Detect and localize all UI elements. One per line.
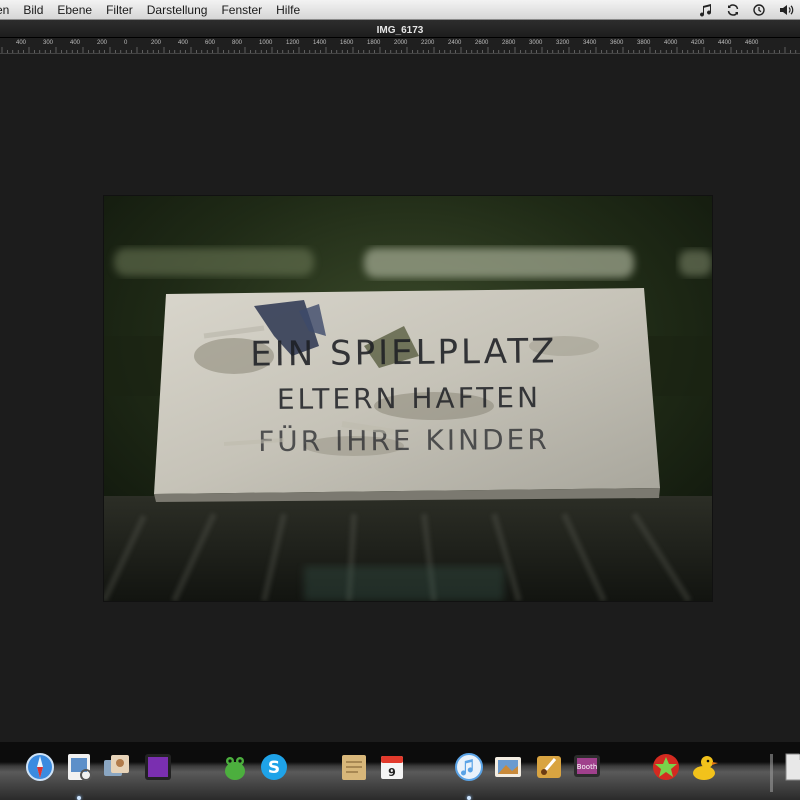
running-indicator [77,796,81,800]
sign-line-3: FÜR IHRE KINDER [258,422,550,458]
ruler-label: 2200 [421,40,435,46]
screen: en Bild Ebene Filter Darstellung Fenster… [0,0,800,800]
cyberduck-icon[interactable] [689,751,721,783]
ruler-label: 2000 [394,40,408,46]
menu-item-edit-partial[interactable]: en [0,0,16,20]
itunes-icon[interactable] [453,751,485,783]
music-note-icon[interactable] [700,3,714,17]
ruler-label: 1800 [367,40,381,46]
ruler-label: 3600 [610,40,624,46]
dock-divider [770,754,773,792]
photo-booth-icon[interactable]: Booth [571,751,603,783]
frog-app-icon[interactable] [219,751,251,783]
window-title-bar[interactable]: IMG_6173 [0,20,800,38]
purple-app-icon[interactable] [142,751,174,783]
menu-item-darstellung[interactable]: Darstellung [140,0,215,20]
ruler-label: 400 [178,40,189,46]
ruler-label: 200 [151,40,162,46]
notes-icon[interactable] [338,751,370,783]
ruler-label: 1000 [259,40,273,46]
pixelmator-icon[interactable] [533,751,565,783]
ruler-label: 4000 [664,40,678,46]
menu-item-filter[interactable]: Filter [99,0,140,20]
ruler-label: 2400 [448,40,462,46]
document-icon[interactable] [778,751,800,783]
ruler-label: 400 [16,40,27,46]
svg-text:9: 9 [388,766,396,779]
menu-item-bild[interactable]: Bild [16,0,50,20]
ruler-label: 800 [232,40,243,46]
menu-items: en Bild Ebene Filter Darstellung Fenster… [0,0,307,20]
photo-image: EIN SPIELPLATZ ELTERN HAFTEN FÜR IHRE KI… [104,196,712,601]
status-icons [700,0,794,20]
ruler-label: 4600 [745,40,759,46]
svg-text:S: S [268,758,280,778]
skype-icon[interactable]: S [258,751,290,783]
iphoto-icon[interactable] [492,751,524,783]
calendar-icon[interactable]: 9 [376,751,408,783]
menu-item-ebene[interactable]: Ebene [50,0,99,20]
safari-icon[interactable] [24,751,56,783]
ruler-label: 3200 [556,40,570,46]
ruler-label: 0 [124,40,128,46]
photo[interactable]: EIN SPIELPLATZ ELTERN HAFTEN FÜR IHRE KI… [104,196,712,601]
svg-text:Booth: Booth [577,763,598,771]
ruler-label: 400 [70,40,81,46]
ruler-label: 1400 [313,40,327,46]
horizontal-ruler[interactable]: 400 300 400 200 0 200 400 600 800 1000 1200 1400 160… [0,38,800,54]
red-star-app-icon[interactable] [650,751,682,783]
ruler-label: 1200 [286,40,300,46]
running-indicator [467,796,471,800]
ruler-label: 4400 [718,40,732,46]
sign-line-2: ELTERN HAFTEN [277,381,541,416]
ruler-label: 1600 [340,40,354,46]
ruler-label: 3800 [637,40,651,46]
image-canvas[interactable]: EIN SPIELPLATZ ELTERN HAFTEN FÜR IHRE KI… [0,54,800,742]
ruler-label: 3000 [529,40,543,46]
ruler-label: 3400 [583,40,597,46]
ruler-label: 4200 [691,40,705,46]
dock: S 9 Booth [0,742,800,800]
ruler-label: 2800 [502,40,516,46]
menu-item-fenster[interactable]: Fenster [214,0,269,20]
menu-item-hilfe[interactable]: Hilfe [269,0,307,20]
time-machine-icon[interactable] [752,3,766,17]
ruler-label: 2600 [475,40,489,46]
ruler-label: 300 [43,40,54,46]
sync-icon[interactable] [726,3,740,17]
menu-bar: en Bild Ebene Filter Darstellung Fenster… [0,0,800,20]
ruler-label: 600 [205,40,216,46]
photo-browser-icon[interactable] [101,751,133,783]
preview-icon[interactable] [63,751,95,783]
ruler-label: 200 [97,40,108,46]
sign-line-1: EIN SPIELPLATZ [250,331,558,374]
volume-icon[interactable] [778,3,794,17]
